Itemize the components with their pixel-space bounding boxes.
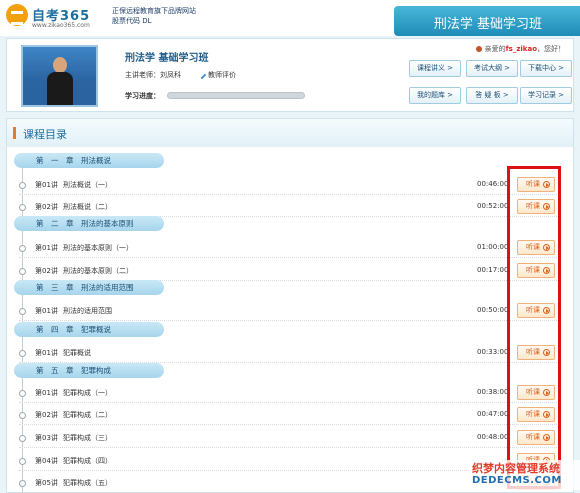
lesson-title[interactable]: 犯罪构成（一）: [63, 388, 112, 398]
lesson-row: 第02讲 犯罪构成（二） 00:47:00 听课: [19, 405, 559, 425]
lesson-title[interactable]: 刑法的基本原则（二）: [63, 266, 133, 276]
lesson-row: 第01讲 刑法概说（一） 00:46:00 听课: [19, 175, 559, 195]
timeline-dot: [19, 390, 26, 397]
chapter-header: 第 二 章 刑法的基本原则: [14, 216, 164, 231]
banner-title: 刑法学 基础学习班: [433, 17, 542, 32]
logo-url: www.zikao365.com: [32, 22, 90, 29]
lesson-title[interactable]: 刑法的基本原则（一）: [63, 243, 133, 253]
teacher-head: [53, 57, 67, 73]
lesson-title[interactable]: 犯罪构成（四）: [63, 456, 112, 466]
catalog-header: 课程目录: [7, 119, 573, 147]
teacher-figure: [47, 57, 73, 105]
download-center-button[interactable]: 下载中心 >: [520, 60, 572, 77]
catalog-accent-bar: [13, 127, 16, 139]
lesson-title[interactable]: 犯罪概说: [63, 348, 91, 358]
teacher-body: [47, 72, 73, 105]
logo-mark-icon: [6, 4, 28, 26]
teacher-video-thumbnail[interactable]: [21, 45, 98, 107]
site-header: 自考365 www.zikao365.com 正保远程教育旗下品牌网站 股票代码…: [0, 0, 580, 36]
timeline-dot: [19, 435, 26, 442]
timeline-dot: [19, 412, 26, 419]
lesson-duration: 00:52:00: [477, 202, 509, 210]
lesson-number: 第05讲: [35, 479, 58, 487]
timeline-dot: [19, 245, 26, 252]
lesson-number: 第02讲: [35, 203, 58, 211]
chapter-header: 第 五 章 犯罪构成: [14, 363, 164, 378]
exam-syllabus-button[interactable]: 考试大纲 >: [466, 60, 518, 77]
lesson-duration: 00:48:00: [477, 433, 509, 441]
course-info-panel: 刑法学 基础学习班 主讲老师：刘凤科 教师评价 学习进度： 亲爱的fs_zika…: [6, 38, 574, 112]
chapter-header: 第 四 章 犯罪概说: [14, 322, 164, 337]
lesson-title[interactable]: 犯罪构成（三）: [63, 433, 112, 443]
lesson-number: 第03讲: [35, 434, 58, 442]
catalog-title: 课程目录: [23, 128, 67, 141]
pencil-icon: [197, 70, 207, 80]
header-tagline: 正保远程教育旗下品牌网站 股票代码 DL: [112, 6, 242, 26]
lesson-number: 第01讲: [35, 349, 58, 357]
lesson-row: 第01讲 刑法的适用范围 00:50:00 听课: [19, 301, 559, 321]
timeline-dot: [19, 204, 26, 211]
username[interactable]: fs_zikao: [506, 45, 537, 53]
progress-label: 学习进度：: [125, 92, 160, 100]
chapter-header: 第 三 章 刑法的适用范围: [14, 280, 164, 295]
course-banner: 刑法学 基础学习班: [394, 6, 580, 36]
lesson-duration: 00:47:00: [477, 410, 509, 418]
user-greeting: 亲爱的fs_zikao，您好！: [475, 44, 565, 54]
lesson-title[interactable]: 犯罪构成（五）: [63, 478, 112, 488]
lesson-duration: 00:38:00: [477, 388, 509, 396]
lesson-number: 第04讲: [35, 457, 58, 465]
lesson-title[interactable]: 刑法概说（二）: [63, 202, 112, 212]
lesson-row: 第01讲 犯罪构成（一） 00:38:00 听课: [19, 383, 559, 403]
watermark-line1: 织梦内容管理系统: [472, 462, 560, 475]
lesson-duration: 00:50:00: [477, 306, 509, 314]
chapter-header: 第 一 章 刑法概说: [14, 153, 164, 168]
timeline-dot: [19, 458, 26, 465]
lesson-title[interactable]: 刑法概说（一）: [63, 180, 112, 190]
lesson-title[interactable]: 犯罪构成（二）: [63, 410, 112, 420]
lesson-row: 第02讲 刑法概说（二） 00:52:00 听课: [19, 197, 559, 217]
course-title: 刑法学 基础学习班: [125, 53, 209, 64]
lesson-number: 第01讲: [35, 389, 58, 397]
user-icon: [475, 46, 482, 52]
greeting-suffix: ，您好！: [537, 45, 565, 53]
lesson-row: 第01讲 刑法的基本原则（一） 01:00:00 听课: [19, 238, 559, 258]
teacher-evaluation-label: 教师评价: [208, 71, 236, 79]
lesson-row: 第01讲 犯罪概说 00:33:00 听课: [19, 343, 559, 363]
site-logo[interactable]: 自考365 www.zikao365.com: [6, 4, 102, 32]
lesson-number: 第02讲: [35, 267, 58, 275]
timeline-dot: [19, 182, 26, 189]
timeline-dot: [19, 308, 26, 315]
lesson-duration: 00:46:00: [477, 180, 509, 188]
lesson-number: 第01讲: [35, 244, 58, 252]
lesson-row: 第02讲 刑法的基本原则（二） 00:17:00 听课: [19, 261, 559, 281]
study-record-button[interactable]: 学习记录 >: [520, 87, 572, 104]
lesson-title[interactable]: 刑法的适用范围: [63, 306, 112, 316]
lesson-number: 第01讲: [35, 181, 58, 189]
lesson-number: 第02讲: [35, 411, 58, 419]
tagline-line1: 正保远程教育旗下品牌网站: [112, 7, 196, 15]
tagline-line2: 股票代码 DL: [112, 17, 152, 25]
listen-buttons-highlight: [507, 166, 561, 489]
course-catalog: 课程目录 第 一 章 刑法概说 第01讲 刑法概说（一） 00:46:00 听课 第02讲…: [6, 118, 574, 493]
site-watermark: 织梦内容管理系统 DEDECMS.COM: [470, 460, 580, 490]
qa-board-button[interactable]: 答 疑 板 >: [466, 87, 518, 104]
watermark-line2: DEDECMS.COM: [472, 475, 562, 486]
timeline-dot: [19, 268, 26, 275]
lesson-duration: 01:00:00: [477, 243, 509, 251]
lesson-number: 第01讲: [35, 307, 58, 315]
teacher-name: 主讲老师：刘凤科: [125, 71, 181, 79]
lesson-row: 第03讲 犯罪构成（三） 00:48:00 听课: [19, 428, 559, 448]
question-bank-button[interactable]: 我的题库 >: [409, 87, 461, 104]
lesson-duration: 00:33:00: [477, 348, 509, 356]
progress-bar: [167, 92, 305, 99]
timeline-dot: [19, 350, 26, 357]
lesson-duration: 00:17:00: [477, 266, 509, 274]
greeting-prefix: 亲爱的: [484, 45, 506, 53]
teacher-evaluation-link[interactable]: 教师评价: [197, 70, 236, 80]
lecture-notes-button[interactable]: 课程讲义 >: [409, 60, 461, 77]
timeline-dot: [19, 480, 26, 487]
